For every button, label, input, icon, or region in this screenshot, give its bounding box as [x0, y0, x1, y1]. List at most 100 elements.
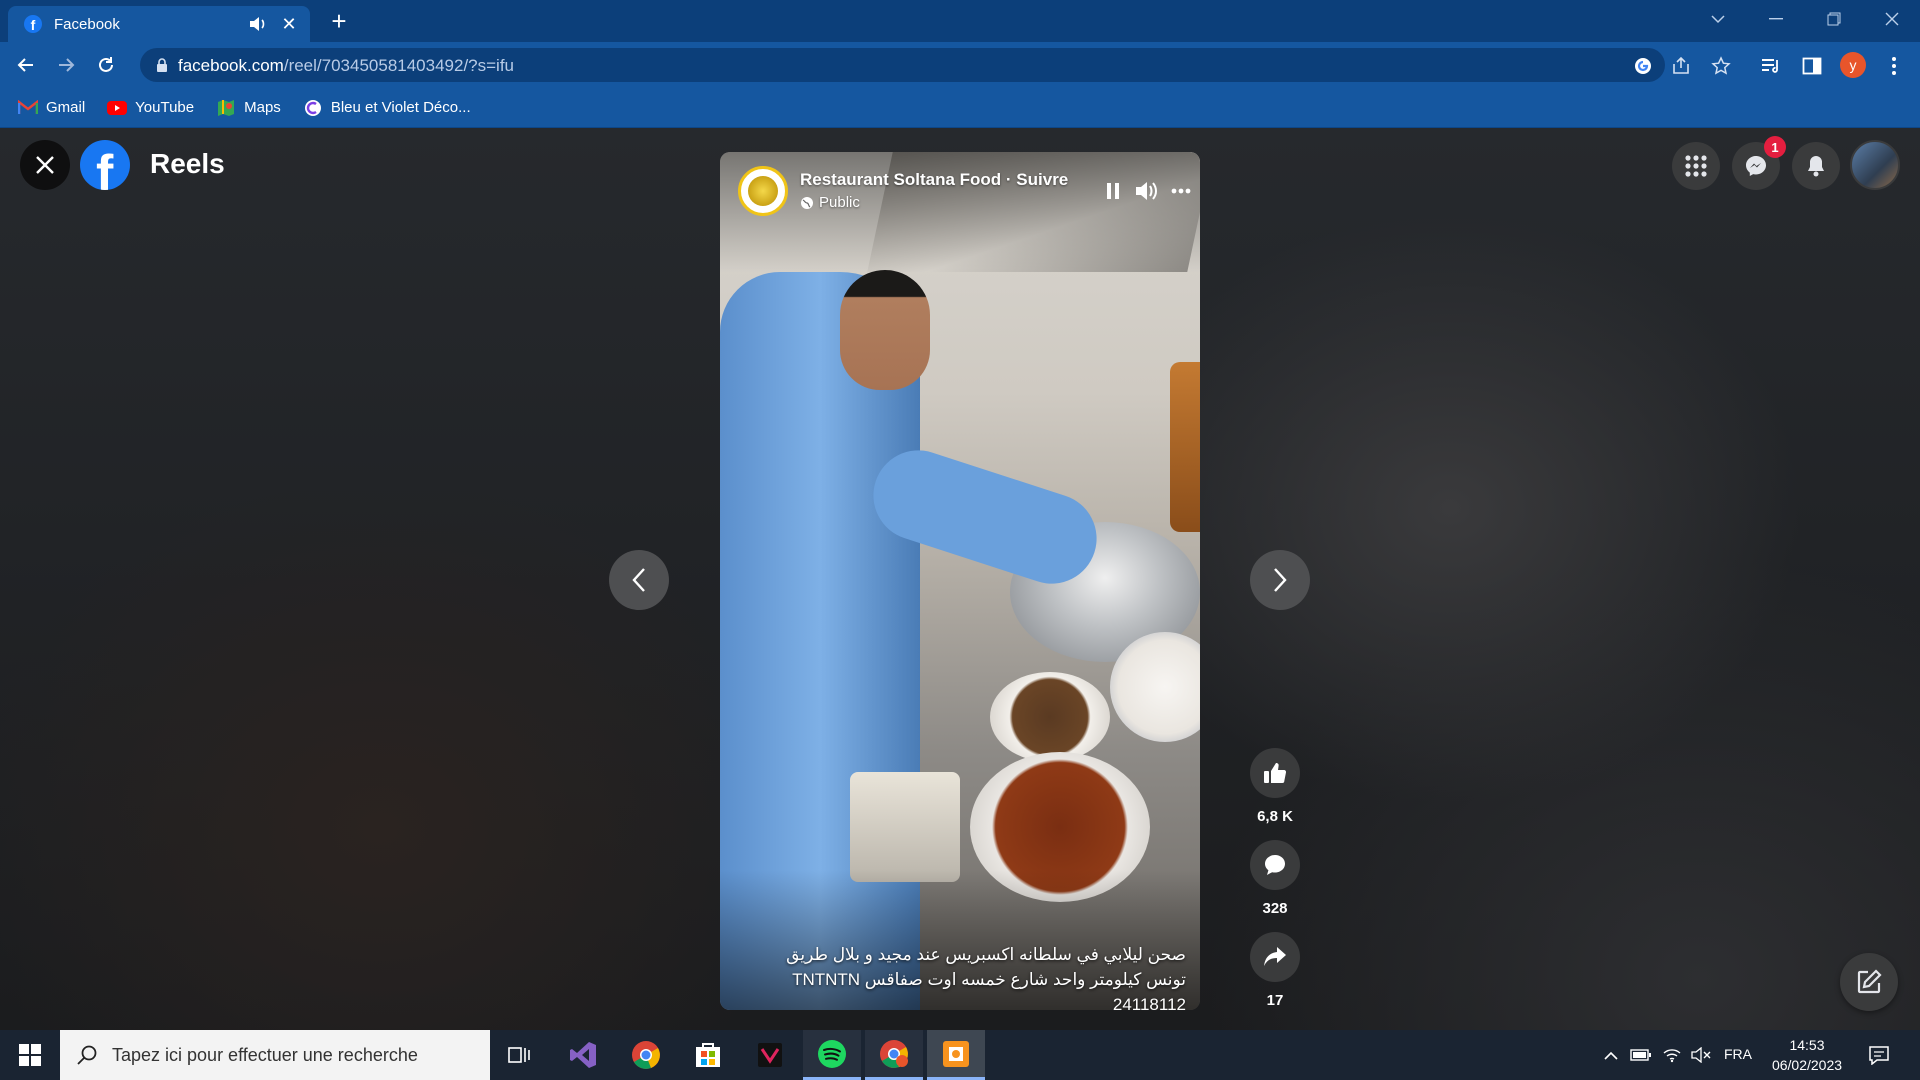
share-count: 17	[1266, 992, 1284, 1009]
bookmark-gmail[interactable]: Gmail	[18, 99, 85, 116]
spotify-icon	[818, 1039, 846, 1068]
language-indicator[interactable]: FRA	[1724, 1046, 1752, 1062]
page-title: Reels	[150, 148, 225, 179]
menu-grid-button[interactable]	[1672, 142, 1720, 190]
taskbar-spotify[interactable]	[803, 1030, 861, 1080]
orange-app-icon	[943, 1040, 969, 1067]
media-controls-icon[interactable]	[1760, 54, 1784, 78]
taskbar-search[interactable]: Tapez ici pour effectuer une recherche	[60, 1030, 490, 1080]
page-name-link[interactable]: Restaurant Soltana Food · Suivre	[800, 170, 1068, 190]
new-tab-button[interactable]: +	[324, 8, 354, 36]
pause-icon	[1107, 183, 1119, 199]
next-reel-button[interactable]	[1250, 550, 1310, 610]
page-avatar-logo	[748, 176, 778, 206]
url-host: facebook.com	[178, 56, 284, 75]
google-lens-icon[interactable]	[1632, 55, 1654, 77]
side-panel-icon[interactable]	[1800, 54, 1824, 78]
share-button[interactable]	[1250, 932, 1300, 982]
volume-button[interactable]	[1134, 178, 1160, 204]
new-message-button[interactable]	[1840, 953, 1898, 1011]
maps-icon	[216, 99, 236, 116]
share-icon[interactable]	[1670, 55, 1692, 77]
taskbar-chrome-profile[interactable]	[865, 1030, 923, 1080]
bookmark-bleu-violet[interactable]: Bleu et Violet Déco...	[303, 99, 471, 116]
facebook-logo-icon[interactable]: f	[80, 140, 130, 190]
pause-button[interactable]	[1100, 178, 1126, 204]
task-view-icon	[508, 1047, 530, 1063]
address-bar[interactable]: facebook.com/reel/703450581403492/?s=ifu	[140, 48, 1731, 82]
window-close-button[interactable]	[1864, 0, 1920, 38]
caption-line: صحن ليلابي في سلطانه اكسبريس عند مجيد و …	[786, 945, 1186, 964]
messenger-button[interactable]: 1	[1732, 136, 1786, 190]
more-options-button[interactable]	[1168, 178, 1194, 204]
bookmark-label: YouTube	[135, 99, 195, 116]
globe-icon	[801, 196, 813, 209]
bookmark-youtube[interactable]: YouTube	[107, 99, 194, 116]
previous-reel-button[interactable]	[609, 550, 669, 610]
page-avatar[interactable]	[738, 166, 788, 216]
taskbar-vivaldi-app[interactable]	[741, 1030, 799, 1080]
notification-center-icon[interactable]	[1868, 1045, 1890, 1065]
close-reels-button[interactable]	[20, 140, 70, 190]
taskbar-visual-studio[interactable]	[554, 1030, 612, 1080]
chevron-right-icon	[1274, 568, 1287, 592]
facebook-favicon-icon: f	[24, 15, 42, 33]
bookmark-label: Maps	[244, 99, 281, 116]
caption-line: تونس كيلومتر واحد شارع خمسه اوت صفاقس TN…	[792, 970, 1186, 989]
volume-muted-icon[interactable]	[1690, 1045, 1712, 1065]
browser-toolbar: facebook.com/reel/703450581403492/?s=ifu…	[0, 42, 1920, 88]
task-view-button[interactable]	[490, 1030, 548, 1080]
video-scene-bowl	[990, 672, 1110, 762]
compose-icon	[1857, 969, 1882, 994]
messenger-icon	[1746, 156, 1766, 176]
tab-title: Facebook	[54, 15, 120, 33]
tab-audio-icon[interactable]	[248, 15, 270, 33]
taskbar-chrome[interactable]	[617, 1030, 675, 1080]
windows-logo-icon	[19, 1044, 41, 1066]
bell-icon	[1808, 156, 1824, 177]
tab-search-chevron-icon[interactable]	[1690, 0, 1746, 38]
system-clock[interactable]: 14:53 06/02/2023	[1762, 1035, 1852, 1075]
taskbar-microsoft-store[interactable]	[679, 1030, 737, 1080]
bookmark-maps[interactable]: Maps	[216, 99, 281, 116]
url-text: facebook.com/reel/703450581403492/?s=ifu	[178, 56, 514, 76]
tab-facebook[interactable]: f Facebook ✕	[8, 6, 310, 42]
url-path: /reel/703450581403492/?s=ifu	[283, 56, 515, 75]
visual-studio-icon	[570, 1042, 596, 1068]
comment-count: 328	[1262, 900, 1288, 917]
battery-icon[interactable]	[1630, 1045, 1652, 1065]
audience-text: Public	[819, 194, 860, 211]
bookmark-star-icon[interactable]	[1710, 55, 1732, 77]
reload-button[interactable]	[90, 49, 122, 81]
chevron-left-icon	[632, 568, 645, 592]
start-button[interactable]	[0, 1030, 60, 1080]
notifications-button[interactable]	[1792, 142, 1840, 190]
reel-video[interactable]: Restaurant Soltana Food · Suivre Public …	[720, 152, 1200, 1010]
wifi-icon[interactable]	[1661, 1045, 1683, 1065]
like-action: 6,8 K	[1250, 748, 1300, 825]
volume-icon	[1136, 182, 1157, 200]
tab-close-icon[interactable]: ✕	[280, 14, 298, 35]
show-hidden-icons-chevron-icon[interactable]	[1600, 1045, 1622, 1065]
tab-strip: f Facebook ✕ +	[0, 0, 1920, 42]
profile-avatar[interactable]: y	[1840, 52, 1866, 78]
video-scene-bread	[1170, 362, 1200, 532]
back-button[interactable]	[10, 49, 42, 81]
share-action: 17	[1250, 932, 1300, 1009]
comment-action: 328	[1250, 840, 1300, 917]
comment-icon	[1265, 855, 1285, 875]
restore-button[interactable]	[1806, 0, 1862, 38]
search-placeholder: Tapez ici pour effectuer une recherche	[112, 1044, 418, 1065]
windows-taskbar: Tapez ici pour effectuer une recherche F…	[0, 1030, 1920, 1080]
like-button[interactable]	[1250, 748, 1300, 798]
taskbar-orange-app[interactable]	[927, 1030, 985, 1080]
grid-icon	[1685, 155, 1707, 177]
chrome-icon	[632, 1041, 660, 1069]
store-icon	[696, 1043, 720, 1067]
lock-icon[interactable]	[154, 57, 170, 73]
account-avatar[interactable]	[1850, 140, 1900, 190]
comment-button[interactable]	[1250, 840, 1300, 890]
forward-button[interactable]	[50, 49, 82, 81]
chrome-menu-icon[interactable]	[1882, 54, 1906, 78]
minimize-button[interactable]	[1748, 0, 1804, 38]
